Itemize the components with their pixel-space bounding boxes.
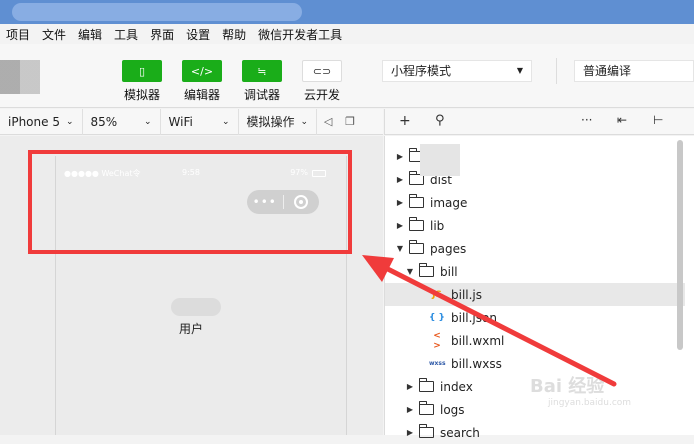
- tree-row-image[interactable]: ▶ image: [385, 191, 685, 214]
- chevron-down-icon: ⌄: [65, 116, 74, 127]
- window-icon[interactable]: ❐: [339, 109, 361, 135]
- zoom-select[interactable]: 85% ⌄: [83, 108, 161, 135]
- cloud-link-icon[interactable]: ⊂⊃: [302, 60, 342, 82]
- debug-icon[interactable]: ≒: [242, 60, 282, 82]
- tree-label: pages: [430, 241, 467, 256]
- compile-value: 普通编译: [583, 64, 632, 78]
- menu-item-project[interactable]: 项目: [6, 26, 30, 43]
- phone-icon[interactable]: ▯: [122, 60, 162, 82]
- chevron-down-icon: ⌄: [300, 116, 309, 127]
- main-toolbar: ▯ 模拟器 </> 编辑器 ≒ 调试器 ⊂⊃ 云开发 小程序模式 ▼ 普通编译: [0, 44, 694, 108]
- expand-arrow-icon[interactable]: ▶: [395, 175, 405, 184]
- expand-arrow-icon[interactable]: ▶: [395, 198, 405, 207]
- menu-item-wechat-devtools[interactable]: 微信开发者工具: [258, 26, 342, 43]
- device-value: iPhone 5: [8, 114, 60, 129]
- plus-icon[interactable]: +: [399, 113, 411, 129]
- folder-open-icon: [419, 263, 434, 277]
- simulator-bar: iPhone 5 ⌄ 85% ⌄ WiFi ⌄ 模拟操作 ⌄ ◁ ❐: [0, 108, 383, 135]
- tree-label: lib: [430, 218, 445, 233]
- tree-row-bill-json[interactable]: { } bill.json: [385, 306, 685, 329]
- network-select[interactable]: WiFi ⌄: [161, 108, 239, 135]
- tree-label: index: [440, 379, 473, 394]
- tree-row-bill-wxml[interactable]: < > bill.wxml: [385, 329, 685, 352]
- watermark-logo: Bai 经验: [530, 376, 605, 397]
- folder-icon: [409, 217, 424, 231]
- tree-label: bill.wxml: [451, 333, 505, 348]
- debugger-toggle[interactable]: ≒ 调试器: [241, 60, 283, 103]
- file-tree-scrollbar[interactable]: [677, 140, 683, 350]
- tree-row-lib[interactable]: ▶ lib: [385, 214, 685, 237]
- expand-arrow-icon[interactable]: ▶: [405, 382, 415, 391]
- expand-arrow-icon[interactable]: ▶: [395, 152, 405, 161]
- menu-item-settings[interactable]: 设置: [186, 26, 210, 43]
- chevron-down-icon: ⌄: [221, 116, 230, 127]
- json-file-icon: { }: [429, 312, 445, 323]
- mode-select[interactable]: 小程序模式 ▼: [382, 60, 532, 82]
- sort-icon[interactable]: ⇤: [617, 113, 627, 127]
- watermark-url: jingyan.baidu.com: [548, 398, 632, 408]
- tree-label: bill.js: [451, 287, 483, 302]
- tree-label: bill: [440, 264, 458, 279]
- collapse-icon[interactable]: ⊢: [653, 113, 663, 127]
- tree-row-bill-js[interactable]: JS bill.js: [385, 283, 685, 306]
- device-select[interactable]: iPhone 5 ⌄: [0, 108, 83, 135]
- expand-arrow-icon[interactable]: ▶: [395, 221, 405, 230]
- tree-label: image: [430, 195, 468, 210]
- menu-item-help[interactable]: 帮助: [222, 26, 246, 43]
- tree-label: bill.wxss: [451, 356, 502, 371]
- menu-item-view[interactable]: 界面: [150, 26, 174, 43]
- simulator-label: 模拟器: [123, 88, 160, 102]
- more-icon[interactable]: ···: [581, 113, 592, 127]
- folder-icon: [419, 378, 434, 392]
- debugger-label: 调试器: [243, 88, 280, 102]
- tree-row-pages[interactable]: ▼ pages: [385, 237, 685, 260]
- folder-open-icon: [409, 240, 424, 254]
- js-file-icon: JS: [432, 289, 442, 300]
- blurred-title: [12, 3, 302, 21]
- blurred-content: [171, 298, 221, 316]
- wxss-file-icon: wxss: [429, 360, 446, 367]
- page-text: 用户: [179, 322, 204, 336]
- expand-arrow-icon[interactable]: ▼: [395, 244, 405, 253]
- action-value: 模拟操作: [246, 115, 295, 129]
- divider: [556, 58, 557, 84]
- tree-label: logs: [440, 402, 465, 417]
- expand-arrow-icon[interactable]: ▶: [405, 428, 415, 437]
- zoom-value: 85%: [90, 114, 118, 129]
- red-highlight-box: [28, 150, 352, 254]
- folder-icon: [419, 424, 434, 438]
- caret-down-icon: ▼: [516, 66, 523, 75]
- simulator-toggle[interactable]: ▯ 模拟器: [121, 60, 163, 103]
- cloud-dev-button[interactable]: ⊂⊃ 云开发: [301, 60, 343, 103]
- compile-select[interactable]: 普通编译: [574, 60, 694, 82]
- code-icon[interactable]: </>: [182, 60, 222, 82]
- chevron-down-icon: ⌄: [143, 116, 152, 127]
- file-tree-toolbar: + ⚲ ··· ⇤ ⊢: [384, 109, 694, 135]
- search-icon[interactable]: ⚲: [435, 113, 445, 128]
- tree-label: bill.json: [451, 310, 497, 325]
- expand-arrow-icon[interactable]: ▶: [405, 405, 415, 414]
- folder-icon: [409, 194, 424, 208]
- title-bar: [0, 0, 694, 24]
- menu-item-tools[interactable]: 工具: [114, 26, 138, 43]
- mode-value: 小程序模式: [391, 64, 452, 78]
- menu-item-file[interactable]: 文件: [42, 26, 66, 43]
- tree-row-search[interactable]: ▶ search: [385, 421, 685, 444]
- avatar[interactable]: [0, 60, 40, 94]
- tree-label: search: [440, 425, 480, 440]
- cloud-label: 云开发: [303, 88, 340, 102]
- simulate-action-select[interactable]: 模拟操作 ⌄: [239, 108, 318, 135]
- menu-bar: 项目 文件 编辑 工具 界面 设置 帮助 微信开发者工具: [0, 24, 694, 44]
- folder-icon: [419, 401, 434, 415]
- tree-row-logs[interactable]: ▶ logs: [385, 398, 685, 421]
- menu-item-edit[interactable]: 编辑: [78, 26, 102, 43]
- blurred-tree-item: [420, 144, 460, 176]
- editor-toggle[interactable]: </> 编辑器: [181, 60, 223, 103]
- volume-icon[interactable]: ◁: [317, 109, 339, 135]
- network-value: WiFi: [168, 114, 193, 129]
- wxml-file-icon: < >: [433, 330, 441, 351]
- tree-row-bill[interactable]: ▼ bill: [385, 260, 685, 283]
- expand-arrow-icon[interactable]: ▼: [405, 267, 415, 276]
- editor-label: 编辑器: [183, 88, 220, 102]
